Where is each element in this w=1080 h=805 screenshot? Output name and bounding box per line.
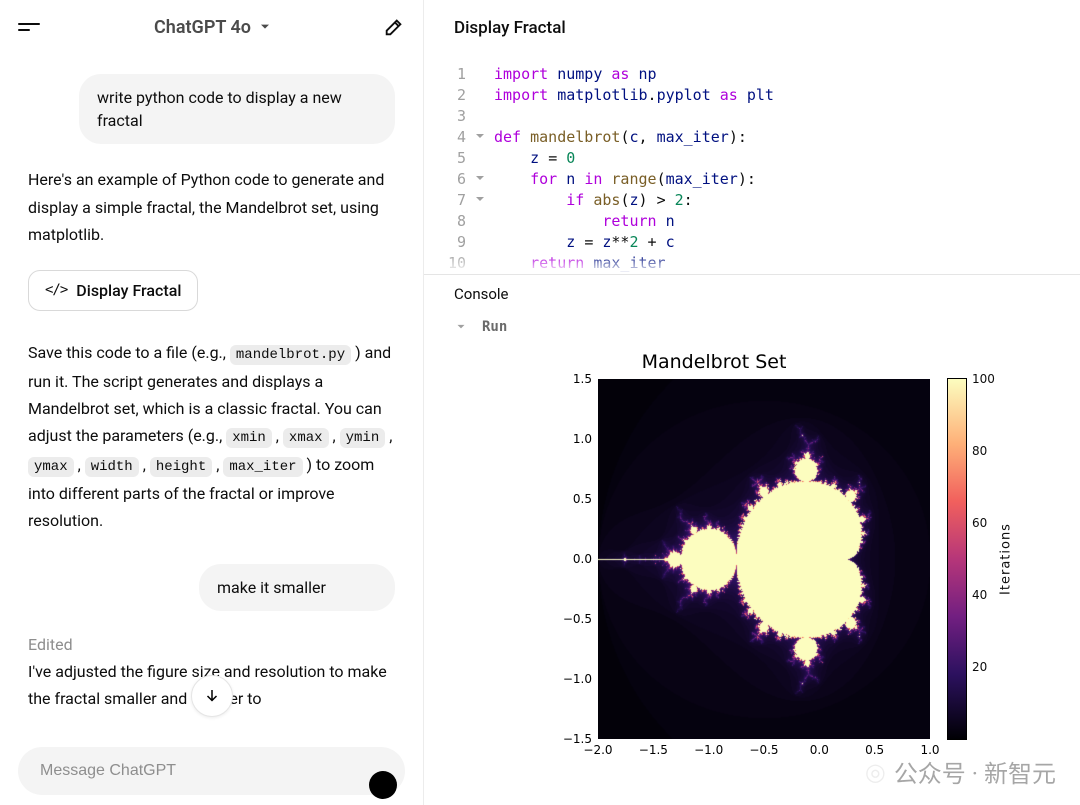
code-icon: </> xyxy=(45,282,67,298)
canvas-button-label: Display Fractal xyxy=(76,281,181,300)
user-message-text: make it smaller xyxy=(217,578,326,597)
code-line[interactable]: 5 z = 0 xyxy=(442,148,1080,169)
code-text: def mandelbrot(c, max_iter): xyxy=(488,127,747,148)
colorbar-tick-label: 100 xyxy=(972,372,995,386)
code-line[interactable]: 3 xyxy=(442,106,1080,127)
x-tick-label: −1.0 xyxy=(694,743,723,757)
code-line[interactable]: 9 z = z**2 + c xyxy=(442,232,1080,253)
chart-title: Mandelbrot Set xyxy=(484,351,944,373)
line-number: 9 xyxy=(442,232,472,253)
colorbar-label: Iterations xyxy=(999,523,1014,595)
fold-chevron-icon[interactable] xyxy=(472,127,488,148)
chevron-down-icon xyxy=(454,320,468,334)
x-tick-label: 1.0 xyxy=(920,743,939,757)
canvas-pane: Display Fractal 1 import numpy as np 2 impo… xyxy=(424,0,1080,805)
colorbar-tick-label: 40 xyxy=(972,588,987,602)
matplotlib-figure: Mandelbrot Set −1.5−1.0−0.50.00.51.01.5 … xyxy=(484,339,1064,759)
code-text: if abs(z) > 2: xyxy=(488,190,693,211)
assistant-message-body: Save this code to a file (e.g., mandelbr… xyxy=(28,339,395,534)
colorbar-tick-label: 60 xyxy=(972,516,987,530)
scroll-to-bottom-button[interactable] xyxy=(191,675,233,717)
y-tick-label: −0.5 xyxy=(563,612,592,626)
code-text: z = 0 xyxy=(488,148,575,169)
code-chip: xmax xyxy=(283,428,329,448)
code-line[interactable]: 7 if abs(z) > 2: xyxy=(442,190,1080,211)
canvas-title: Display Fractal xyxy=(424,0,1080,44)
line-number: 2 xyxy=(442,85,472,106)
line-number: 4 xyxy=(442,127,472,148)
menu-icon[interactable] xyxy=(18,14,44,40)
code-text: z = z**2 + c xyxy=(488,232,675,253)
model-label: ChatGPT 4o xyxy=(154,17,251,38)
x-tick-label: −1.5 xyxy=(639,743,668,757)
open-canvas-button[interactable]: </> Display Fractal xyxy=(28,270,198,311)
chat-scroll-area[interactable]: write python code to display a new fract… xyxy=(0,50,423,747)
code-chip: max_iter xyxy=(223,457,302,477)
line-number: 5 xyxy=(442,148,472,169)
line-number: 6 xyxy=(442,169,472,190)
x-tick-label: −2.0 xyxy=(583,743,612,757)
chat-input-bar xyxy=(18,747,405,795)
fold-chevron-icon[interactable] xyxy=(472,169,488,190)
code-line[interactable]: 8 return n xyxy=(442,211,1080,232)
y-tick-label: 0.0 xyxy=(573,552,592,566)
chevron-down-icon xyxy=(257,19,273,35)
colorbar-tick-label: 80 xyxy=(972,444,987,458)
user-message: write python code to display a new fract… xyxy=(79,74,395,144)
code-editor[interactable]: 1 import numpy as np 2 import matplotlib.py… xyxy=(424,44,1080,274)
edited-label: Edited xyxy=(28,635,395,654)
colorbar-tick-label: 20 xyxy=(972,660,987,674)
code-chip: ymax xyxy=(28,457,74,477)
code-chip: width xyxy=(85,457,139,477)
watermark: ◎公众号 · 新智元 xyxy=(865,754,1056,789)
chart-axes xyxy=(598,379,930,739)
y-tick-label: 0.5 xyxy=(573,492,592,506)
new-chat-button[interactable] xyxy=(383,16,405,38)
code-text: import numpy as np xyxy=(488,64,657,85)
x-tick-label: 0.0 xyxy=(810,743,829,757)
assistant-message-intro: Here's an example of Python code to gene… xyxy=(28,166,395,248)
x-tick-label: 0.5 xyxy=(865,743,884,757)
code-text: for n in range(max_iter): xyxy=(488,169,756,190)
line-number: 7 xyxy=(442,190,472,211)
code-line[interactable]: 2 import matplotlib.pyplot as plt xyxy=(442,85,1080,106)
code-chip: mandelbrot.py xyxy=(230,345,351,365)
code-text: import matplotlib.pyplot as plt xyxy=(488,85,774,106)
run-row[interactable]: Run xyxy=(424,313,1080,339)
line-number: 8 xyxy=(442,211,472,232)
user-message: make it smaller xyxy=(199,564,395,611)
figure-output: Mandelbrot Set −1.5−1.0−0.50.00.51.01.5 … xyxy=(424,339,1080,805)
code-line[interactable]: 1 import numpy as np xyxy=(442,64,1080,85)
console-tab[interactable]: Console xyxy=(424,274,1080,313)
chat-pane: ChatGPT 4o write python code to display … xyxy=(0,0,424,805)
send-button[interactable] xyxy=(369,771,397,799)
colorbar xyxy=(948,379,966,739)
chat-header: ChatGPT 4o xyxy=(0,0,423,50)
code-text: return n xyxy=(488,211,675,232)
code-chip: ymin xyxy=(340,428,386,448)
x-tick-label: −0.5 xyxy=(749,743,778,757)
run-label: Run xyxy=(482,319,507,335)
y-tick-label: −1.0 xyxy=(563,672,592,686)
code-chip: xmin xyxy=(226,428,272,448)
code-line[interactable]: 4 def mandelbrot(c, max_iter): xyxy=(442,127,1080,148)
model-picker[interactable]: ChatGPT 4o xyxy=(154,17,273,38)
code-chip: height xyxy=(150,457,212,477)
code-line[interactable]: 6 for n in range(max_iter): xyxy=(442,169,1080,190)
y-tick-label: 1.0 xyxy=(573,432,592,446)
chat-input[interactable] xyxy=(38,761,385,781)
line-number: 1 xyxy=(442,64,472,85)
line-number: 3 xyxy=(442,106,472,127)
fold-chevron-icon[interactable] xyxy=(472,190,488,211)
y-tick-label: 1.5 xyxy=(573,372,592,386)
user-message-text: write python code to display a new fract… xyxy=(97,88,342,130)
